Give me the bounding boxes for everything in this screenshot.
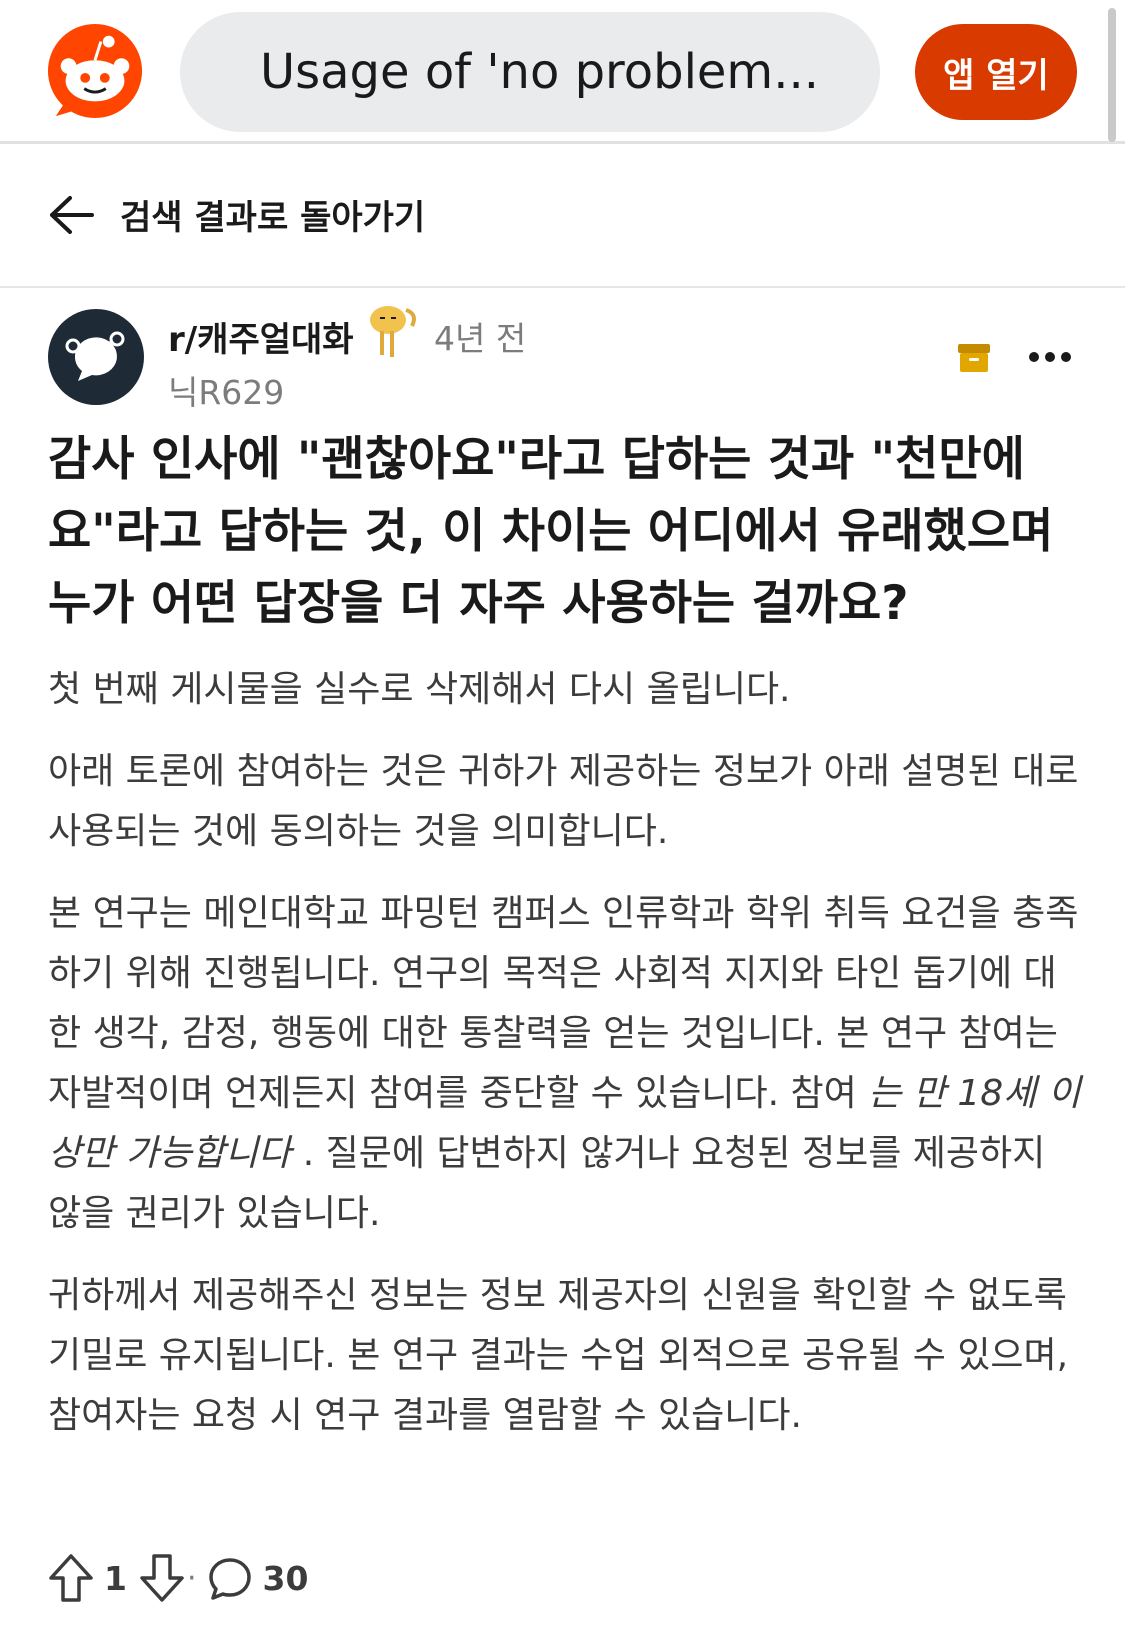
search-pill[interactable]: Usage of 'no problem... xyxy=(180,12,880,132)
post-author[interactable]: 닉R629 xyxy=(168,366,284,414)
community-name[interactable]: r/캐주얼대화 xyxy=(168,312,354,361)
search-query-text: Usage of 'no problem... xyxy=(260,44,819,100)
comment-bubble-icon[interactable] xyxy=(207,1553,253,1603)
post-body: 첫 번째 게시물을 실수로 삭제해서 다시 올립니다. 아래 토론에 참여하는 … xyxy=(48,660,1088,1468)
post-title: 감사 인사에 "괜찮아요"라고 답하는 것과 "천만에요"라고 답하는 것, 이… xyxy=(48,432,1054,631)
reddit-logo-icon[interactable] xyxy=(46,22,144,120)
more-dots-icon[interactable] xyxy=(1028,344,1072,370)
downvote-arrow-icon[interactable] xyxy=(139,1553,185,1603)
scrollbar[interactable] xyxy=(1108,8,1116,142)
upvote-count: 1 xyxy=(104,1558,127,1598)
body-paragraph: 아래 토론에 참여하는 것은 귀하가 제공하는 정보가 아래 설명된 대로 사용… xyxy=(48,751,1079,852)
body-paragraph: 귀하께서 제공해주신 정보는 정보 제공자의 신원을 확인할 수 없도록 기밀로… xyxy=(48,1275,1069,1436)
post-actions: 1 · 30 xyxy=(48,1548,320,1608)
back-row[interactable]: 검색 결과로 돌아가기 xyxy=(0,144,1125,288)
comment-count[interactable]: 30 xyxy=(263,1559,309,1598)
community-chat-icon[interactable] xyxy=(48,309,144,405)
archive-icon xyxy=(958,344,990,372)
award-icon xyxy=(370,306,416,357)
separator-dot: · xyxy=(186,1560,197,1596)
upvote-arrow-icon[interactable] xyxy=(48,1553,94,1603)
arrow-left-icon[interactable] xyxy=(48,194,94,236)
body-paragraph: 본 연구는 메인대학교 파밍턴 캠퍼스 인류학과 학위 취득 요건을 충족하기 … xyxy=(48,884,1088,1244)
body-paragraph: 첫 번째 게시물을 실수로 삭제해서 다시 올립니다. xyxy=(48,669,791,710)
top-bar: Usage of 'no problem... 앱 열기 xyxy=(0,0,1125,144)
open-app-button[interactable]: 앱 열기 xyxy=(915,24,1077,120)
back-to-results-link[interactable]: 검색 결과로 돌아가기 xyxy=(120,190,425,239)
post-time: 4년 전 xyxy=(434,319,527,358)
